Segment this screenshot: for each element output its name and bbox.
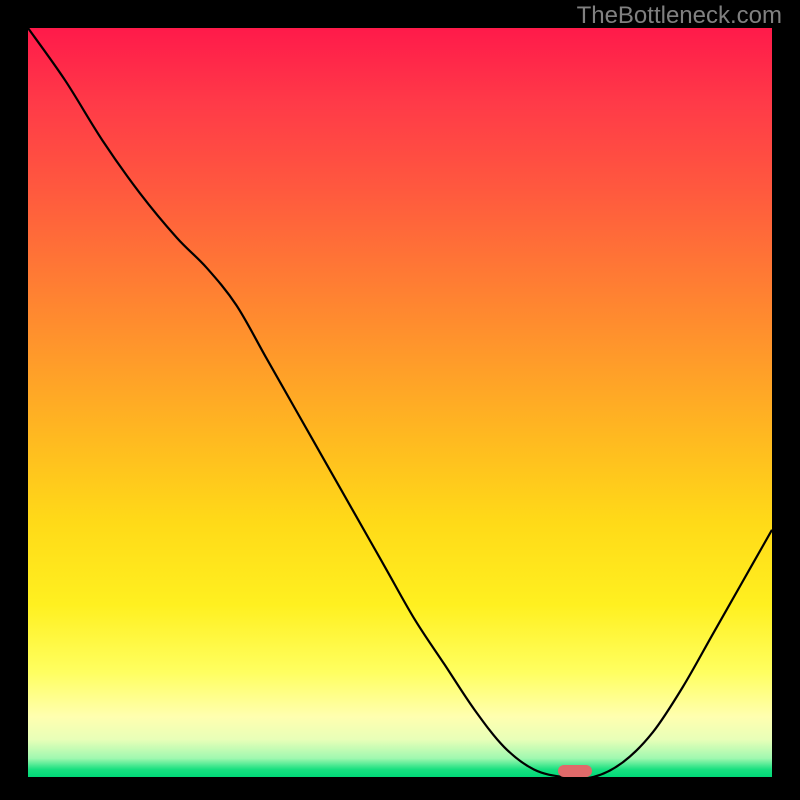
chart-area	[25, 25, 775, 780]
watermark-text: TheBottleneck.com	[577, 2, 782, 30]
bottleneck-curve	[28, 28, 772, 777]
optimal-point-marker	[558, 765, 591, 776]
